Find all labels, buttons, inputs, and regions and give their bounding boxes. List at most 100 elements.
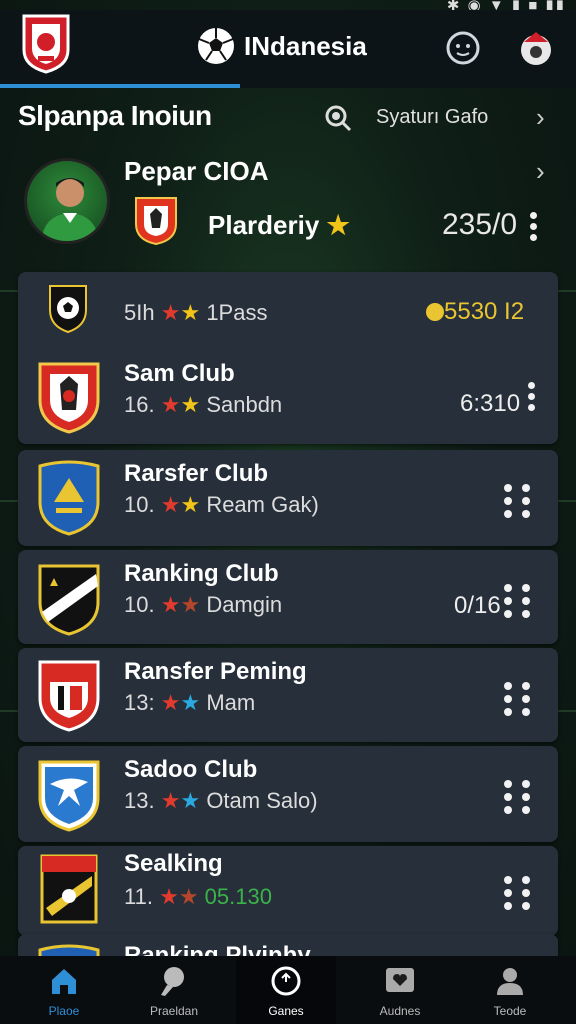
more-options-icon[interactable]: [504, 682, 530, 716]
star-icon: ★: [160, 300, 181, 325]
gold-black-badge-icon: [40, 854, 98, 924]
more-options-icon[interactable]: [528, 212, 538, 241]
section-action-link[interactable]: Syaturı Gafo: [376, 106, 488, 129]
bottom-navigation: Plaoe Praeldan Ganes Audnes Teode: [0, 956, 576, 1024]
club-sub: 10. ★★ Damgin: [124, 592, 282, 618]
star-icon: ★: [180, 592, 201, 617]
club-rank: 11.: [124, 884, 153, 909]
app-title-group: INdanesia: [196, 26, 367, 66]
club-name: Sadoo Club: [124, 756, 258, 783]
list-item[interactable]: 5Ih ★★ 1Pass 5530 I2 Sam Club 16. ★★ San…: [18, 272, 558, 444]
club-sub: 13. ★★ Otam Salo): [124, 788, 318, 814]
club-value: 6:310: [460, 390, 521, 417]
more-options-icon[interactable]: [504, 780, 530, 814]
club-sub: 10. ★★ Ream Gak): [124, 492, 319, 518]
star-icon: ★: [180, 492, 201, 517]
star-icon: ★: [160, 690, 181, 715]
star-icon: ★: [160, 592, 181, 617]
person-icon: [497, 968, 523, 995]
player-value: 235/0: [442, 208, 518, 241]
nav-item-profile[interactable]: Teode: [460, 964, 560, 1018]
nav-label: Audnes: [379, 1004, 421, 1018]
more-options-icon[interactable]: [504, 876, 530, 910]
home-icon: [52, 969, 76, 994]
coin-icon: [426, 303, 444, 321]
black-shield-badge-icon: [38, 564, 100, 636]
coin-value: 5530 I2: [426, 298, 524, 326]
list-item[interactable]: Rarsfer Club 10. ★★ Ream Gak): [18, 450, 558, 546]
list-item[interactable]: Ranking Club 10. ★★ Damgin 0/16: [18, 550, 558, 644]
club-sub-text: 05.130: [204, 884, 272, 909]
section-title: Slpanpa Inoiun: [18, 100, 212, 131]
star-icon: ★: [326, 210, 350, 240]
nav-item-games[interactable]: Ganes: [236, 964, 336, 1018]
more-options-icon[interactable]: [526, 382, 536, 411]
coin-amount: 5530 I2: [444, 298, 525, 325]
star-icon: ★: [160, 788, 181, 813]
club-sub-text: Otam Salo): [206, 788, 318, 813]
whistle-icon: [161, 967, 184, 996]
club-value: 0/16: [454, 592, 501, 619]
section-header: Slpanpa Inoiun Syaturı Gafo ›: [0, 98, 576, 138]
chevron-right-icon[interactable]: ›: [536, 156, 545, 187]
star-icon: ★: [159, 884, 179, 909]
club-name: Sam Club: [124, 360, 235, 387]
club-rank: 13.: [124, 788, 155, 813]
club-sub-text: Ream Gak): [206, 492, 319, 517]
nav-label: Praeldan: [149, 1004, 199, 1018]
more-options-icon[interactable]: [504, 584, 530, 618]
club-sub: 16. ★★ Sanbdn: [124, 392, 282, 418]
star-icon: ★: [180, 690, 201, 715]
active-tab-indicator: [0, 84, 240, 88]
profile-avatar-icon[interactable]: [516, 28, 556, 68]
club-sub-text: Mam: [206, 690, 256, 715]
player-club-name: Plarderiy: [208, 210, 320, 240]
club-sub: 5Ih ★★ 1Pass: [124, 300, 267, 326]
nav-label: Teode: [493, 1004, 527, 1018]
star-icon: ★: [180, 300, 201, 325]
club-name: Ranking Club: [124, 560, 279, 587]
chat-support-icon[interactable]: [445, 30, 481, 66]
heart-box-icon: [386, 968, 414, 992]
more-options-icon[interactable]: [504, 484, 530, 518]
club-rank: 5Ih: [124, 300, 155, 325]
search-icon[interactable]: [324, 104, 352, 132]
club-sub-text: Sanbdn: [206, 392, 283, 417]
player-portrait-icon: [41, 178, 99, 241]
star-icon: ★: [178, 884, 199, 909]
star-icon: ★: [180, 788, 201, 813]
club-name: Sealking: [124, 850, 223, 877]
target-icon: [271, 966, 301, 996]
soccer-ball-badge-icon: [49, 285, 87, 334]
player-name: Pepar CIOA: [124, 156, 269, 186]
list-item[interactable]: Sadoo Club 13. ★★ Otam Salo): [18, 746, 558, 842]
club-sub-text: 1Pass: [206, 300, 268, 325]
club-sub: 13: ★★ Mam: [124, 690, 255, 716]
club-rank: 10.: [124, 492, 155, 517]
player-photo: [24, 158, 110, 244]
list-item[interactable]: Sealking 11. ★★ 05.130: [18, 846, 558, 936]
club-rank: 10.: [124, 592, 155, 617]
blue-shield-badge-icon: [38, 460, 100, 536]
club-sub: 11. ★★ 05.130: [124, 884, 272, 910]
blue-bird-badge-icon: [38, 760, 100, 832]
star-icon: ★: [160, 392, 181, 417]
chevron-right-icon[interactable]: ›: [536, 102, 545, 133]
nav-item-home[interactable]: Plaoe: [14, 964, 114, 1018]
club-rank: 13:: [124, 690, 155, 715]
nav-item-whistle[interactable]: Praeldan: [124, 964, 224, 1018]
red-shield-badge-icon: [135, 197, 177, 246]
star-icon: ★: [180, 392, 201, 417]
club-sub-text: Damgin: [206, 592, 283, 617]
top-bar: INdanesia: [0, 10, 576, 88]
nav-label: Plaoe: [48, 1004, 80, 1018]
nav-item-audiences[interactable]: Audnes: [350, 964, 450, 1018]
nav-label: Ganes: [268, 1004, 304, 1018]
red-shield-badge-icon: [38, 362, 100, 434]
club-crest-logo-icon[interactable]: [20, 12, 72, 74]
star-icon: ★: [160, 492, 181, 517]
player-card[interactable]: Pepar CIOA › Plarderiy ★ 235/0: [0, 150, 576, 260]
list-item[interactable]: Ransfer Peming 13: ★★ Mam: [18, 648, 558, 742]
club-name: Ransfer Peming: [124, 658, 307, 685]
club-name: Rarsfer Club: [124, 460, 269, 487]
